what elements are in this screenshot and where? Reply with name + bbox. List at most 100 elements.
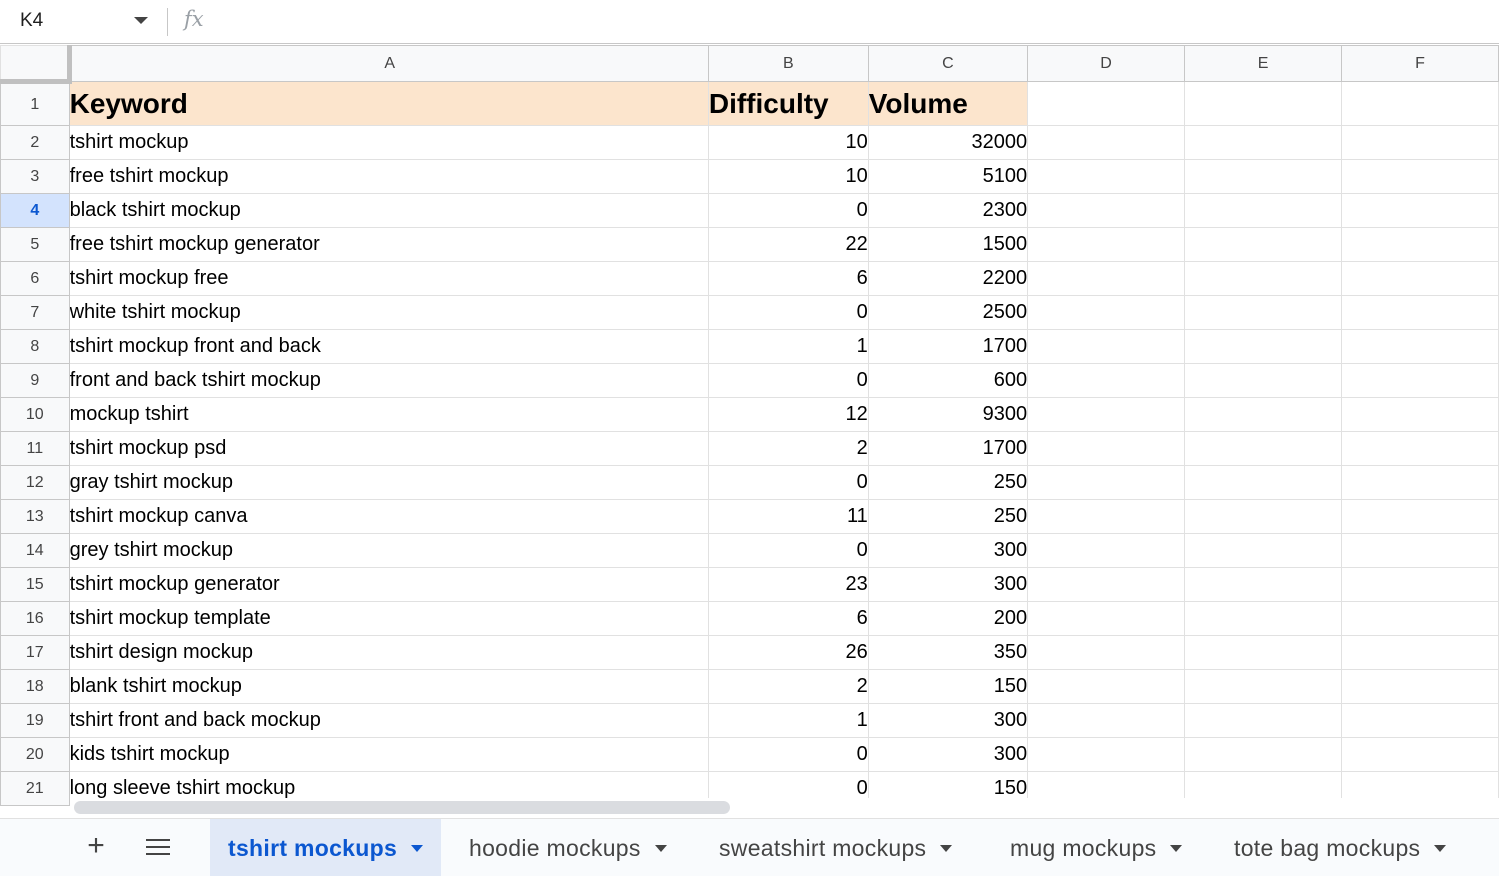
keyword-cell[interactable]: tshirt front and back mockup <box>68 703 709 738</box>
keyword-cell[interactable]: tshirt mockup front and back <box>68 329 709 364</box>
keyword-cell[interactable]: gray tshirt mockup <box>68 465 709 500</box>
empty-cell[interactable] <box>1027 499 1186 534</box>
tab-dropdown-icon[interactable] <box>1434 844 1447 852</box>
volume-cell[interactable]: 300 <box>867 703 1029 738</box>
keyword-cell[interactable]: blank tshirt mockup <box>68 669 709 704</box>
keyword-cell[interactable]: tshirt mockup template <box>68 601 709 636</box>
empty-cell[interactable] <box>1027 159 1186 194</box>
difficulty-cell[interactable]: 2 <box>707 669 869 704</box>
empty-cell[interactable] <box>1341 295 1499 330</box>
empty-cell[interactable] <box>1184 499 1343 534</box>
name-box[interactable]: K4 <box>0 0 166 43</box>
row-header[interactable]: 5 <box>0 227 70 262</box>
volume-cell[interactable]: 32000 <box>867 125 1029 160</box>
volume-cell[interactable]: 5100 <box>867 159 1029 194</box>
empty-cell[interactable] <box>1184 431 1343 466</box>
empty-cell[interactable] <box>1027 533 1186 568</box>
row-header[interactable]: 12 <box>0 465 70 500</box>
empty-cell[interactable] <box>1027 295 1186 330</box>
empty-cell[interactable] <box>1184 363 1343 398</box>
row-header[interactable]: 8 <box>0 329 70 364</box>
empty-cell[interactable] <box>1341 125 1499 160</box>
empty-cell[interactable] <box>1184 669 1343 704</box>
tab-dropdown-icon[interactable] <box>940 844 953 852</box>
keyword-cell[interactable]: tshirt mockup generator <box>68 567 709 602</box>
volume-cell[interactable]: 1700 <box>867 431 1029 466</box>
row-header[interactable]: 13 <box>0 499 70 534</box>
volume-cell[interactable]: 2500 <box>867 295 1029 330</box>
volume-cell[interactable]: 300 <box>867 737 1029 772</box>
empty-cell[interactable] <box>1184 635 1343 670</box>
column-header-f[interactable]: F <box>1341 45 1499 82</box>
empty-cell[interactable] <box>1341 635 1499 670</box>
column-header-b[interactable]: B <box>707 45 869 82</box>
keyword-cell[interactable]: free tshirt mockup <box>68 159 709 194</box>
empty-cell[interactable] <box>1341 533 1499 568</box>
sheet-tab[interactable]: hoodie mockups <box>451 819 685 876</box>
sheet-tab[interactable]: mug mockups <box>992 819 1200 876</box>
empty-cell[interactable] <box>1027 567 1186 602</box>
empty-cell[interactable] <box>1027 261 1186 296</box>
difficulty-cell[interactable]: 1 <box>707 703 869 738</box>
empty-cell[interactable] <box>1341 159 1499 194</box>
empty-cell[interactable] <box>1341 193 1499 228</box>
sheet-tab[interactable]: tshirt mockups <box>210 819 442 876</box>
volume-cell[interactable]: 300 <box>867 567 1029 602</box>
empty-cell[interactable] <box>1341 431 1499 466</box>
keyword-cell[interactable]: front and back tshirt mockup <box>68 363 709 398</box>
empty-cell[interactable] <box>1341 397 1499 432</box>
empty-cell[interactable] <box>1027 635 1186 670</box>
difficulty-cell[interactable]: 11 <box>707 499 869 534</box>
empty-cell[interactable] <box>1341 499 1499 534</box>
volume-cell[interactable]: 9300 <box>867 397 1029 432</box>
difficulty-cell[interactable]: 12 <box>707 397 869 432</box>
keyword-cell[interactable]: tshirt mockup psd <box>68 431 709 466</box>
empty-cell[interactable] <box>1184 193 1343 228</box>
empty-cell[interactable] <box>1341 329 1499 364</box>
horizontal-scrollbar[interactable] <box>74 801 730 814</box>
header-cell-difficulty[interactable]: Difficulty <box>707 81 869 126</box>
empty-cell[interactable] <box>1027 193 1186 228</box>
keyword-cell[interactable]: tshirt mockup free <box>68 261 709 296</box>
difficulty-cell[interactable]: 6 <box>707 601 869 636</box>
volume-cell[interactable]: 1700 <box>867 329 1029 364</box>
empty-cell[interactable] <box>1184 465 1343 500</box>
difficulty-cell[interactable]: 2 <box>707 431 869 466</box>
keyword-cell[interactable]: black tshirt mockup <box>68 193 709 228</box>
row-header[interactable]: 15 <box>0 567 70 602</box>
column-header-d[interactable]: D <box>1027 45 1186 82</box>
empty-cell[interactable] <box>1184 329 1343 364</box>
difficulty-cell[interactable]: 23 <box>707 567 869 602</box>
empty-cell[interactable] <box>1341 737 1499 772</box>
sheet-tab[interactable]: sweatshirt mockups <box>701 819 970 876</box>
keyword-cell[interactable]: free tshirt mockup generator <box>68 227 709 262</box>
keyword-cell[interactable]: tshirt mockup canva <box>68 499 709 534</box>
volume-cell[interactable]: 2200 <box>867 261 1029 296</box>
formula-input[interactable] <box>220 0 1490 43</box>
volume-cell[interactable]: 250 <box>867 465 1029 500</box>
empty-cell[interactable] <box>1027 329 1186 364</box>
row-header[interactable]: 18 <box>0 669 70 704</box>
header-cell-keyword[interactable]: Keyword <box>68 81 709 126</box>
difficulty-cell[interactable]: 10 <box>707 125 869 160</box>
tab-dropdown-icon[interactable] <box>654 844 667 852</box>
volume-cell[interactable]: 250 <box>867 499 1029 534</box>
volume-cell[interactable]: 300 <box>867 533 1029 568</box>
empty-cell[interactable] <box>1027 227 1186 262</box>
row-header[interactable]: 19 <box>0 703 70 738</box>
empty-cell[interactable] <box>1184 261 1343 296</box>
select-all-corner[interactable] <box>0 45 72 84</box>
empty-cell[interactable] <box>1184 737 1343 772</box>
sheet-tab[interactable]: tote bag mockups <box>1216 819 1464 876</box>
difficulty-cell[interactable]: 0 <box>707 533 869 568</box>
empty-cell[interactable] <box>1341 669 1499 704</box>
row-header[interactable]: 17 <box>0 635 70 670</box>
row-header[interactable]: 20 <box>0 737 70 772</box>
difficulty-cell[interactable]: 10 <box>707 159 869 194</box>
empty-cell[interactable] <box>1341 363 1499 398</box>
empty-cell[interactable] <box>1184 601 1343 636</box>
empty-cell[interactable] <box>1027 363 1186 398</box>
empty-cell[interactable] <box>1341 567 1499 602</box>
add-sheet-button[interactable]: + <box>80 831 112 863</box>
empty-cell[interactable] <box>1184 81 1343 126</box>
